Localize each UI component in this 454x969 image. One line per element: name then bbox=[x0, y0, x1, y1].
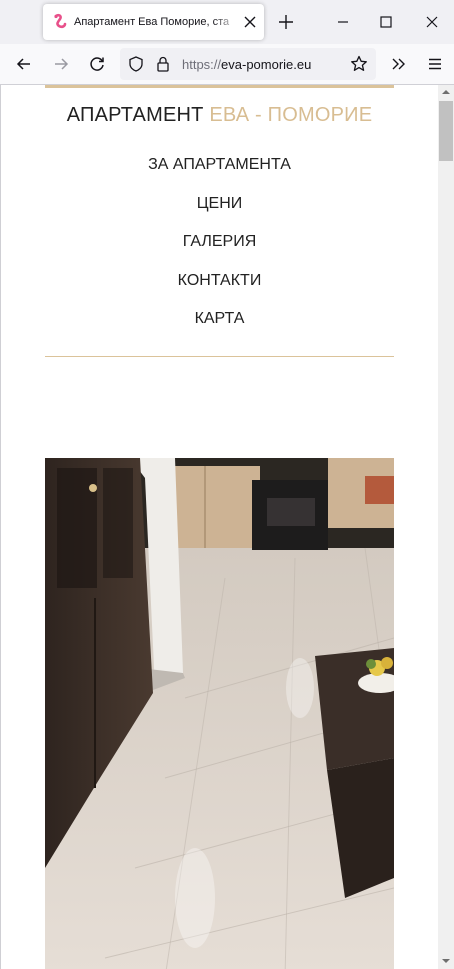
apartment-photo bbox=[45, 458, 394, 969]
navigation-toolbar: https://eva-pomorie.eu bbox=[0, 44, 454, 85]
star-icon[interactable] bbox=[349, 54, 369, 74]
menu-item-about[interactable]: ЗА АПАРТАМЕНТА bbox=[0, 155, 439, 194]
url-text[interactable]: https://eva-pomorie.eu bbox=[182, 57, 311, 72]
menu-item-prices[interactable]: ЦЕНИ bbox=[0, 194, 439, 233]
window-close-icon[interactable] bbox=[422, 12, 442, 32]
menu-item-gallery[interactable]: ГАЛЕРИЯ bbox=[0, 232, 439, 271]
menu-item-contacts[interactable]: КОНТАКТИ bbox=[0, 271, 439, 310]
hamburger-icon[interactable] bbox=[425, 54, 445, 74]
site-title[interactable]: АПАРТАМЕНТ ЕВА - ПОМОРИЕ bbox=[0, 104, 439, 127]
close-icon[interactable] bbox=[241, 13, 259, 31]
maximize-icon[interactable] bbox=[376, 12, 396, 32]
page-viewport: АПАРТАМЕНТ ЕВА - ПОМОРИЕ ЗА АПАРТАМЕНТА … bbox=[0, 85, 454, 969]
url-scheme: https:// bbox=[182, 57, 222, 72]
tab-bar: Апартамент Ева Поморие, ста bbox=[0, 0, 454, 44]
back-arrow-icon[interactable] bbox=[14, 54, 34, 74]
shield-icon[interactable] bbox=[127, 55, 145, 73]
site-title-main: АПАРТАМЕНТ bbox=[66, 104, 210, 126]
scroll-up-arrow-icon[interactable] bbox=[442, 88, 450, 96]
active-tab[interactable]: Апартамент Ева Поморие, ста bbox=[43, 4, 264, 40]
tab-title: Апартамент Ева Поморие, ста bbox=[74, 15, 239, 31]
forward-arrow-icon[interactable] bbox=[51, 54, 71, 74]
plus-icon[interactable] bbox=[276, 12, 296, 32]
flamingo-icon bbox=[54, 13, 67, 29]
minimize-icon[interactable] bbox=[333, 12, 353, 32]
header-top-rule bbox=[45, 85, 394, 88]
chevrons-right-icon[interactable] bbox=[389, 54, 409, 74]
url-host: eva-pomorie.eu bbox=[221, 57, 312, 72]
scroll-down-arrow-icon[interactable] bbox=[442, 957, 450, 965]
reload-icon[interactable] bbox=[87, 54, 107, 74]
header-bottom-rule bbox=[45, 356, 394, 357]
menu-item-map[interactable]: КАРТА bbox=[0, 309, 439, 348]
page-scrollbar[interactable] bbox=[438, 85, 454, 969]
main-menu: ЗА АПАРТАМЕНТА ЦЕНИ ГАЛЕРИЯ КОНТАКТИ КАР… bbox=[0, 155, 439, 348]
scrollbar-thumb[interactable] bbox=[439, 101, 453, 161]
site-title-accent: ЕВА - ПОМОРИЕ bbox=[209, 104, 373, 126]
address-bar[interactable]: https://eva-pomorie.eu bbox=[120, 48, 376, 80]
lock-icon[interactable] bbox=[154, 55, 172, 73]
